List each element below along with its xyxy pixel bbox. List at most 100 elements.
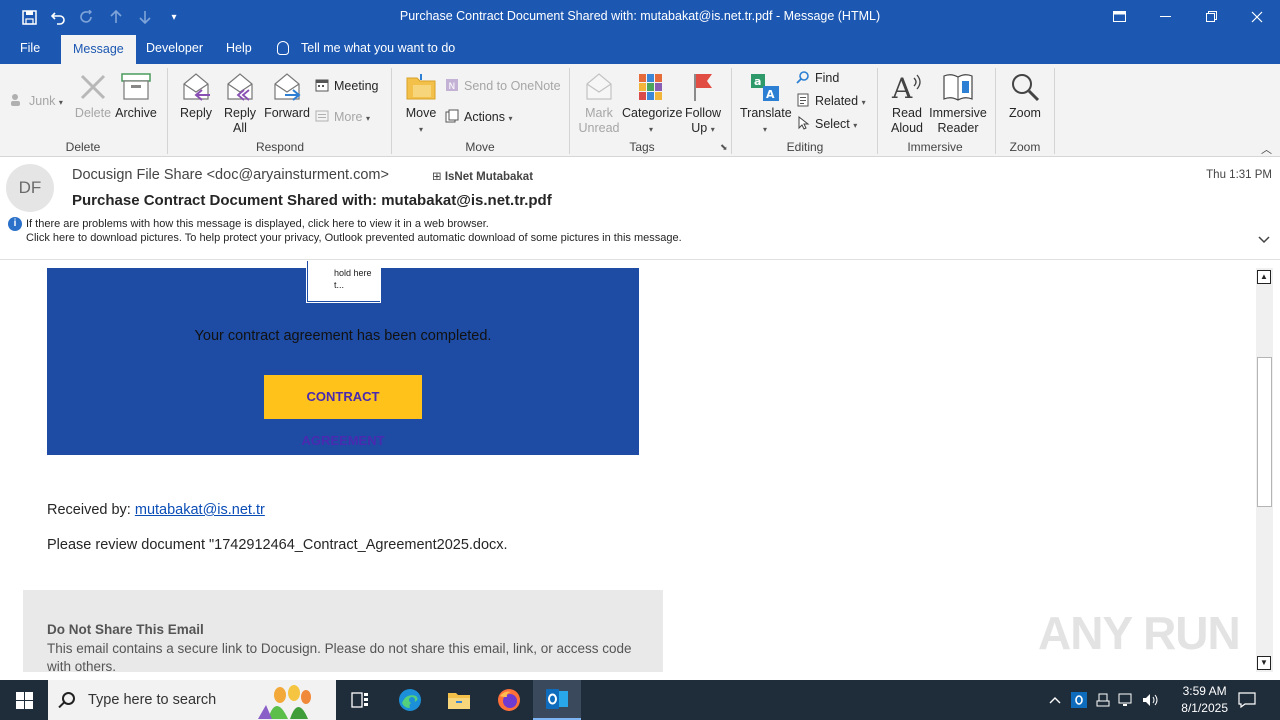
firefox-icon[interactable] [485, 680, 533, 720]
scrollbar-thumb[interactable] [1257, 357, 1272, 507]
more-respond-button[interactable]: More ▾ [315, 107, 370, 127]
avatar: DF [6, 164, 54, 212]
categorize-button[interactable]: Categorize ▾ [622, 72, 682, 137]
infobar-line-pictures[interactable]: Click here to download pictures. To help… [26, 231, 682, 245]
reply-icon [183, 73, 210, 101]
tags-dialog-launcher-icon[interactable]: ⬊ [720, 142, 728, 153]
zoom-magnifier-icon [1012, 74, 1040, 102]
svg-text:A: A [891, 72, 913, 102]
clock-date: 8/1/2025 [1181, 701, 1228, 715]
file-explorer-icon[interactable] [435, 680, 483, 720]
archive-button[interactable]: Archive [114, 72, 158, 121]
calendar-icon [315, 79, 329, 92]
send-to-onenote-button[interactable]: N Send to OneNote [445, 76, 561, 96]
outlook-taskbar-icon[interactable] [533, 680, 581, 720]
windows-start-icon[interactable] [0, 680, 48, 720]
ribbon-separator [877, 68, 878, 154]
ribbon-separator [167, 68, 168, 154]
reply-button[interactable]: Reply [176, 72, 216, 121]
forward-button[interactable]: Forward [264, 72, 310, 121]
move-button[interactable]: Move ▾ [401, 72, 441, 137]
vertical-scrollbar[interactable]: ▲ ▼ [1256, 268, 1273, 672]
ribbon-separator [995, 68, 996, 154]
window-title: Purchase Contract Document Shared with: … [399, 9, 881, 23]
tags-group-label: Tags [629, 140, 655, 154]
translate-button[interactable]: aA Translate ▾ [740, 72, 792, 137]
network-icon[interactable] [1116, 680, 1136, 720]
forward-icon [274, 73, 301, 101]
actions-icon [445, 109, 459, 123]
immersive-reader-button[interactable]: Immersive Reader [929, 72, 987, 136]
meeting-button[interactable]: Meeting [315, 76, 378, 96]
read-aloud-icon: A [891, 72, 921, 102]
select-button[interactable]: Select ▾ [796, 114, 857, 134]
recipient-email-link[interactable]: mutabakat@is.net.tr [135, 502, 265, 518]
tulip-decoration-icon [258, 685, 311, 719]
translate-icon: aA [751, 74, 779, 101]
notifications-icon[interactable] [1232, 680, 1262, 720]
related-button[interactable]: Related ▾ [796, 91, 866, 111]
clock-time: 3:59 AM [1182, 684, 1227, 698]
recipient[interactable]: ⊞ IsNet Mutabakat [432, 169, 533, 183]
svg-text:a: a [754, 75, 761, 88]
review-document-text: Please review document "1742912464_Contr… [47, 537, 508, 553]
reply-all-icon [227, 73, 253, 101]
close-icon[interactable] [1234, 0, 1280, 33]
junk-button[interactable]: Junk ▾ [10, 91, 63, 111]
restore-icon[interactable] [1188, 0, 1234, 33]
volume-icon[interactable] [1140, 680, 1162, 720]
mark-unread-button[interactable]: Mark Unread [577, 72, 621, 136]
anyrun-watermark: ANY RUN [1038, 607, 1241, 659]
tab-developer[interactable]: Developer [134, 33, 215, 64]
tell-me-search[interactable]: Tell me what you want to do [277, 33, 455, 64]
outlook-tray-icon[interactable] [1069, 680, 1089, 720]
received-date: Thu 1:31 PM [1206, 169, 1272, 181]
move-group-label: Move [465, 140, 495, 154]
task-view-icon[interactable] [336, 680, 384, 720]
delete-group-label: Delete [65, 140, 101, 154]
scroll-down-arrow-icon[interactable]: ▼ [1257, 656, 1271, 670]
menu-tabs: File Message Developer Help Tell me what… [0, 33, 1280, 64]
svg-text:A: A [766, 88, 775, 101]
title-bar: ▾ Purchase Contract Document Shared with… [0, 0, 1280, 33]
ribbon-display-options-icon[interactable] [1096, 0, 1142, 33]
scroll-up-arrow-icon[interactable]: ▲ [1257, 270, 1271, 284]
zoom-group-label: Zoom [1009, 140, 1041, 154]
follow-up-button[interactable]: Follow Up ▾ [683, 72, 723, 137]
zoom-button[interactable]: Zoom [1003, 72, 1047, 121]
received-by-line: Received by: mutabakat@is.net.tr [47, 502, 265, 518]
infobar-line-web[interactable]: If there are problems with how this mess… [26, 217, 682, 231]
tab-message[interactable]: Message [61, 35, 136, 64]
tell-me-label: Tell me what you want to do [301, 41, 456, 55]
tab-file[interactable]: File [8, 33, 52, 64]
docusign-banner: hold here t... Your contract agreement h… [47, 261, 639, 455]
tab-help[interactable]: Help [214, 33, 264, 64]
reply-all-button[interactable]: Reply All [220, 72, 260, 136]
tray-overflow-icon[interactable] [1046, 680, 1064, 720]
collapse-ribbon-icon[interactable]: ︿ [1261, 141, 1272, 157]
actions-button[interactable]: Actions ▾ [445, 107, 513, 127]
security-notice: Do Not Share This Email This email conta… [23, 590, 663, 672]
categorize-icon [639, 74, 662, 100]
find-button[interactable]: Find [796, 68, 839, 88]
delete-button[interactable]: Delete [74, 72, 112, 121]
expand-header-icon[interactable] [1258, 235, 1270, 247]
blocked-image[interactable]: hold here t... [306, 261, 381, 303]
infobar[interactable]: If there are problems with how this mess… [26, 217, 682, 245]
contract-agreement-button[interactable]: CONTRACT AGREEMENT [264, 375, 422, 448]
usb-device-icon[interactable] [1093, 680, 1113, 720]
sender[interactable]: Docusign File Share <doc@aryainsturment.… [72, 167, 389, 183]
read-aloud-button[interactable]: A Read Aloud [886, 72, 928, 136]
taskbar-search-box[interactable]: Type here to search [48, 680, 336, 720]
folder-move-icon [406, 74, 436, 100]
edge-browser-icon[interactable] [386, 680, 434, 720]
svg-text:N: N [449, 82, 456, 92]
notice-heading: Do Not Share This Email [47, 622, 204, 637]
more-icon [315, 110, 329, 122]
flag-icon [694, 74, 712, 101]
minimize-icon[interactable] [1142, 0, 1188, 33]
lightbulb-icon [277, 41, 289, 55]
system-clock[interactable]: 3:59 AM 8/1/2025 [1181, 683, 1228, 717]
message-header: DF Docusign File Share <doc@aryainsturme… [0, 157, 1280, 260]
onenote-icon: N [446, 79, 458, 92]
